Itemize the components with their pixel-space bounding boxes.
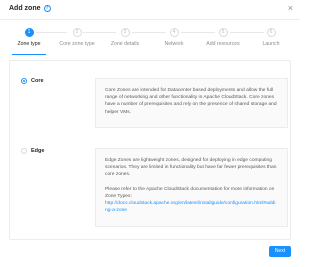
dialog-title: Add zone ?: [9, 5, 51, 12]
step-number: 2: [72, 28, 82, 37]
step-number: 5: [218, 28, 228, 37]
dialog-title-text: Add zone: [9, 5, 41, 12]
question-circle-icon[interactable]: ?: [43, 5, 51, 12]
step-number: 1: [24, 28, 34, 37]
step-label: Core zone type: [59, 41, 95, 47]
radio-edge[interactable]: Edge: [21, 148, 44, 154]
active-step-indicator: [12, 54, 46, 55]
step-label: Zone details: [110, 41, 140, 47]
radio-label-edge: Edge: [31, 148, 45, 154]
core-description-box: Core Zones are intended for Datacenter b…: [95, 78, 288, 128]
dialog-footer: Next: [0, 244, 300, 267]
step-number: 6: [266, 28, 276, 37]
docs-link[interactable]: http://docs.cloudstack.apache.org/en/lat…: [105, 201, 275, 213]
step-zone-type[interactable]: 1 Zone type: [4, 28, 54, 47]
step-launch[interactable]: 6 Launch: [246, 28, 296, 47]
zone-type-panel: Core Core Zones are intended for Datacen…: [9, 60, 291, 240]
dialog-header: Add zone ? ×: [0, 0, 300, 20]
step-core-zone-type[interactable]: 2 Core zone type: [52, 28, 102, 47]
step-label: Add resources: [206, 41, 240, 47]
radio-button-checked[interactable]: [21, 78, 27, 84]
radio-button[interactable]: [21, 148, 27, 154]
step-network[interactable]: 4 Network: [149, 28, 199, 47]
step-add-resources[interactable]: 5 Add resources: [198, 28, 248, 47]
edge-docs-text: Please refer to the Apache CloudStack do…: [105, 186, 275, 199]
add-zone-dialog: Add zone ? × 1 Zone type 2 Core zone typ…: [0, 0, 300, 267]
step-number: 4: [169, 28, 179, 37]
core-description: Core Zones are intended for Datacenter b…: [105, 88, 277, 115]
step-label: Launch: [262, 41, 280, 47]
radio-core[interactable]: Core: [21, 78, 44, 84]
steps-bar: 1 Zone type 2 Core zone type 3 Zone deta…: [0, 28, 300, 56]
step-label: Zone type: [17, 41, 41, 47]
next-button[interactable]: Next: [269, 246, 291, 257]
step-label: Network: [164, 41, 184, 47]
edge-description-box: Edge Zones are lightweight zones, design…: [95, 148, 288, 227]
step-number: 3: [120, 28, 130, 37]
close-icon[interactable]: ×: [288, 4, 293, 13]
step-zone-details[interactable]: 3 Zone details: [100, 28, 150, 47]
radio-label-core: Core: [31, 78, 44, 84]
edge-description: Edge Zones are lightweight zones, design…: [105, 158, 277, 178]
